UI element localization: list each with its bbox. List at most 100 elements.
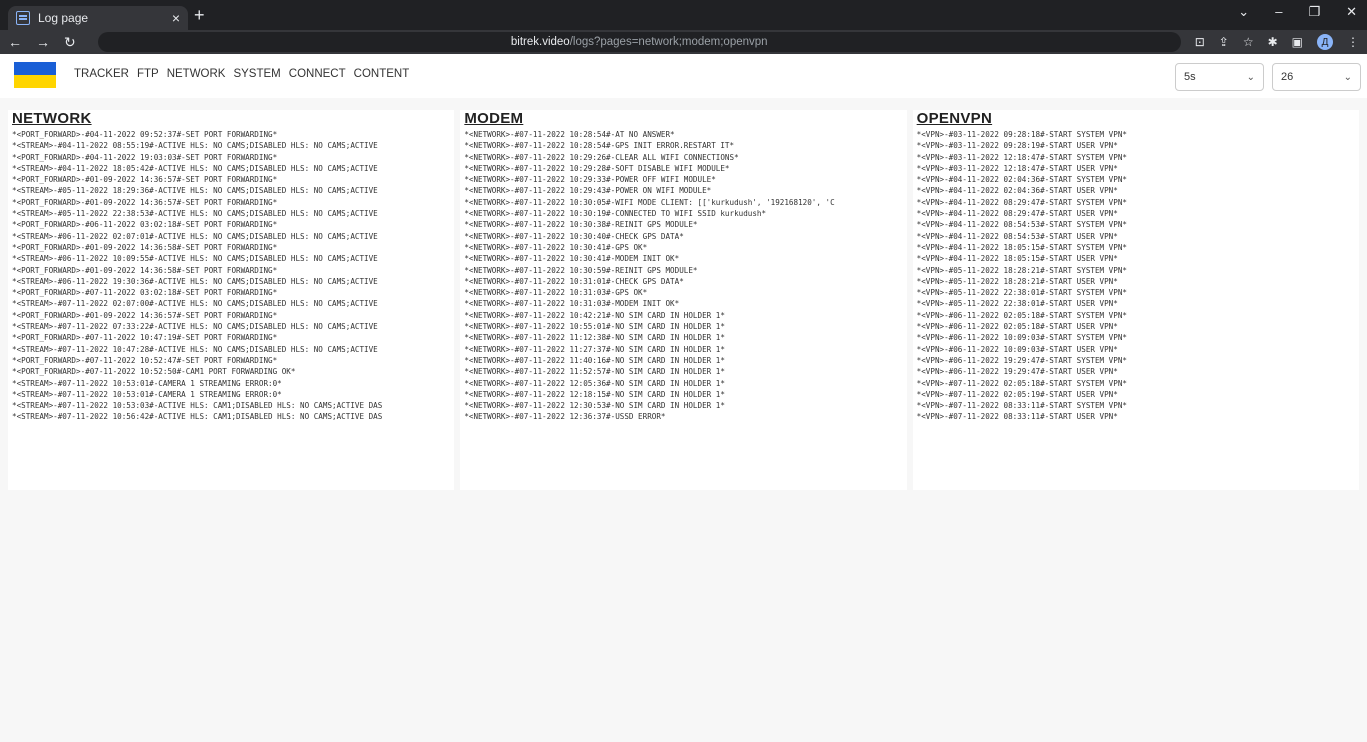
log-line: *<NETWORK>-#07-11-2022 10:30:59#-REINIT … — [464, 265, 698, 275]
back-icon[interactable]: ← — [8, 34, 22, 50]
lines-count-select[interactable]: 26 ⌄ — [1272, 63, 1361, 91]
log-line: *<STREAM>-#06-11-2022 19:30:36#-ACTIVE H… — [12, 276, 378, 286]
tab-title: Log page — [38, 11, 89, 25]
translate-icon[interactable]: ⊡ — [1195, 35, 1205, 49]
forward-icon[interactable]: → — [36, 34, 50, 50]
log-line: *<NETWORK>-#07-11-2022 10:30:40#-CHECK G… — [464, 231, 684, 241]
log-line: *<VPN>-#07-11-2022 02:05:19#-START USER … — [916, 389, 1118, 399]
log-line: *<PORT_FORWARD>-#01-09-2022 14:36:58#-SE… — [12, 242, 278, 252]
log-line: *<NETWORK>-#07-11-2022 10:31:03#-MODEM I… — [464, 299, 680, 309]
new-tab-icon[interactable]: + — [194, 5, 205, 25]
reload-icon[interactable]: ↻ — [64, 34, 76, 51]
modem-log-panel: MODEM *<NETWORK>-#07-11-2022 10:28:54#-A… — [460, 110, 907, 490]
log-page: TRACKER FTP NETWORK SYSTEM CONNECT CONTE… — [0, 54, 1367, 742]
log-line: *<NETWORK>-#07-11-2022 11:52:57#-NO SIM … — [464, 367, 725, 377]
openvpn-log-title: OPENVPN — [916, 110, 993, 127]
tab-search-icon[interactable]: ⌄ — [1238, 4, 1249, 20]
log-line: *<VPN>-#06-11-2022 19:29:47#-START SYSTE… — [916, 355, 1127, 365]
nav-ftp[interactable]: FTP — [137, 68, 159, 80]
log-line: *<VPN>-#04-11-2022 08:29:47#-START USER … — [916, 209, 1118, 219]
log-line: *<VPN>-#05-11-2022 22:38:01#-START USER … — [916, 299, 1118, 309]
log-line: *<NETWORK>-#07-11-2022 12:36:37#-USSD ER… — [464, 412, 666, 422]
log-line: *<NETWORK>-#07-11-2022 10:28:54#-GPS INI… — [464, 141, 735, 151]
page-favicon-icon — [16, 11, 30, 25]
log-line: *<STREAM>-#07-11-2022 02:07:00#-ACTIVE H… — [12, 299, 378, 309]
browser-tabstrip: Log page × + ⌄ – ❐ ✕ — [0, 0, 1367, 30]
log-line: *<NETWORK>-#07-11-2022 10:29:33#-POWER O… — [464, 175, 716, 185]
url-path: /logs?pages=network;modem;openvpn — [569, 36, 768, 48]
log-line: *<VPN>-#04-11-2022 18:05:15#-START SYSTE… — [916, 242, 1127, 252]
log-line: *<NETWORK>-#07-11-2022 10:29:26#-CLEAR A… — [464, 152, 739, 162]
log-line: *<PORT_FORWARD>-#01-09-2022 14:36:58#-SE… — [12, 265, 278, 275]
openvpn-log-panel: OPENVPN *<VPN>-#03-11-2022 09:28:18#-STA… — [912, 110, 1359, 490]
nav-connect[interactable]: CONNECT — [289, 68, 346, 80]
log-line: *<VPN>-#05-11-2022 22:38:01#-START SYSTE… — [916, 288, 1127, 298]
log-line: *<STREAM>-#07-11-2022 10:53:03#-ACTIVE H… — [12, 401, 383, 411]
modem-log-lines: *<NETWORK>-#07-11-2022 10:28:54#-AT NO A… — [464, 129, 902, 423]
log-line: *<PORT_FORWARD>-#07-11-2022 10:52:50#-CA… — [12, 367, 296, 377]
log-line: *<STREAM>-#07-11-2022 10:53:01#-CAMERA 1… — [12, 389, 282, 399]
log-line: *<VPN>-#05-11-2022 18:28:21#-START SYSTE… — [916, 265, 1127, 275]
log-line: *<NETWORK>-#07-11-2022 10:30:41#-GPS OK* — [464, 242, 648, 252]
browser-toolbar: ← → ↻ bitrek.video/logs?pages=network;mo… — [0, 30, 1367, 54]
close-window-icon[interactable]: ✕ — [1346, 4, 1357, 20]
menu-icon[interactable]: ⋮ — [1347, 35, 1359, 49]
address-bar[interactable]: bitrek.video/logs?pages=network;modem;op… — [97, 32, 1181, 52]
chevron-down-icon: ⌄ — [1343, 71, 1352, 83]
log-line: *<PORT_FORWARD>-#04-11-2022 19:03:03#-SE… — [12, 152, 278, 162]
log-line: *<VPN>-#03-11-2022 12:18:47#-START USER … — [916, 163, 1118, 173]
nav-network[interactable]: NETWORK — [167, 68, 226, 80]
log-line: *<NETWORK>-#07-11-2022 11:27:37#-NO SIM … — [464, 344, 725, 354]
log-line: *<VPN>-#06-11-2022 10:09:03#-START SYSTE… — [916, 333, 1127, 343]
close-tab-icon[interactable]: × — [172, 11, 180, 25]
extensions-icon[interactable]: ✱ — [1268, 35, 1278, 49]
nav-content[interactable]: CONTENT — [354, 68, 410, 80]
network-log-panel: NETWORK *<PORT_FORWARD>-#04-11-2022 09:5… — [8, 110, 455, 490]
log-line: *<VPN>-#03-11-2022 09:28:18#-START SYSTE… — [916, 130, 1127, 139]
log-line: *<PORT_FORWARD>-#04-11-2022 09:52:37#-SE… — [12, 130, 278, 139]
log-line: *<NETWORK>-#07-11-2022 11:12:38#-NO SIM … — [464, 333, 725, 343]
log-line: *<PORT_FORWARD>-#07-11-2022 03:02:18#-SE… — [12, 288, 278, 298]
log-line: *<VPN>-#07-11-2022 08:33:11#-START USER … — [916, 412, 1118, 422]
browser-tab[interactable]: Log page × — [8, 6, 188, 30]
log-line: *<VPN>-#04-11-2022 18:05:15#-START USER … — [916, 254, 1118, 264]
log-line: *<VPN>-#04-11-2022 08:54:53#-START SYSTE… — [916, 220, 1127, 230]
window-controls: ⌄ – ❐ ✕ — [1238, 4, 1357, 20]
log-line: *<VPN>-#04-11-2022 08:29:47#-START SYSTE… — [916, 197, 1127, 207]
log-line: *<STREAM>-#07-11-2022 10:47:28#-ACTIVE H… — [12, 344, 378, 354]
log-line: *<STREAM>-#07-11-2022 10:56:42#-ACTIVE H… — [12, 412, 383, 422]
restore-icon[interactable]: ❐ — [1308, 4, 1320, 20]
log-line: *<STREAM>-#05-11-2022 22:38:53#-ACTIVE H… — [12, 209, 378, 219]
minimize-icon[interactable]: – — [1275, 4, 1282, 20]
log-line: *<VPN>-#06-11-2022 19:29:47#-START USER … — [916, 367, 1118, 377]
main-nav: TRACKER FTP NETWORK SYSTEM CONNECT CONTE… — [74, 68, 409, 80]
log-line: *<NETWORK>-#07-11-2022 10:42:21#-NO SIM … — [464, 310, 725, 320]
side-panel-icon[interactable]: ▣ — [1292, 35, 1303, 49]
log-line: *<STREAM>-#06-11-2022 10:09:55#-ACTIVE H… — [12, 254, 378, 264]
profile-avatar[interactable]: Д — [1317, 34, 1333, 50]
log-line: *<NETWORK>-#07-11-2022 12:05:36#-NO SIM … — [464, 378, 725, 388]
share-icon[interactable]: ⇪ — [1219, 35, 1229, 49]
log-line: *<NETWORK>-#07-11-2022 10:29:43#-POWER O… — [464, 186, 712, 196]
log-line: *<VPN>-#03-11-2022 09:28:19#-START USER … — [916, 141, 1118, 151]
log-line: *<STREAM>-#04-11-2022 18:05:42#-ACTIVE H… — [12, 163, 378, 173]
log-line: *<STREAM>-#05-11-2022 18:29:36#-ACTIVE H… — [12, 186, 378, 196]
log-line: *<STREAM>-#04-11-2022 08:55:19#-ACTIVE H… — [12, 141, 378, 151]
log-line: *<PORT_FORWARD>-#01-09-2022 14:36:57#-SE… — [12, 197, 278, 207]
log-line: *<PORT_FORWARD>-#01-09-2022 14:36:57#-SE… — [12, 310, 278, 320]
bookmark-star-icon[interactable]: ☆ — [1243, 35, 1254, 49]
log-line: *<VPN>-#04-11-2022 02:04:36#-START SYSTE… — [916, 175, 1127, 185]
nav-system[interactable]: SYSTEM — [233, 68, 280, 80]
log-columns: NETWORK *<PORT_FORWARD>-#04-11-2022 09:5… — [8, 110, 1359, 490]
refresh-interval-select[interactable]: 5s ⌄ — [1175, 63, 1264, 91]
log-line: *<VPN>-#04-11-2022 02:04:36#-START USER … — [916, 186, 1118, 196]
nav-tracker[interactable]: TRACKER — [74, 68, 129, 80]
log-line: *<STREAM>-#07-11-2022 10:53:01#-CAMERA 1… — [12, 378, 282, 388]
log-line: *<NETWORK>-#07-11-2022 10:30:05#-WIFI MO… — [464, 197, 835, 207]
log-line: *<VPN>-#06-11-2022 02:05:18#-START USER … — [916, 322, 1118, 332]
log-line: *<NETWORK>-#07-11-2022 10:29:28#-SOFT DI… — [464, 163, 730, 173]
log-line: *<STREAM>-#07-11-2022 07:33:22#-ACTIVE H… — [12, 322, 378, 332]
log-line: *<VPN>-#06-11-2022 02:05:18#-START SYSTE… — [916, 310, 1127, 320]
log-line: *<NETWORK>-#07-11-2022 10:28:54#-AT NO A… — [464, 130, 675, 139]
log-line: *<NETWORK>-#07-11-2022 10:30:38#-REINIT … — [464, 220, 698, 230]
